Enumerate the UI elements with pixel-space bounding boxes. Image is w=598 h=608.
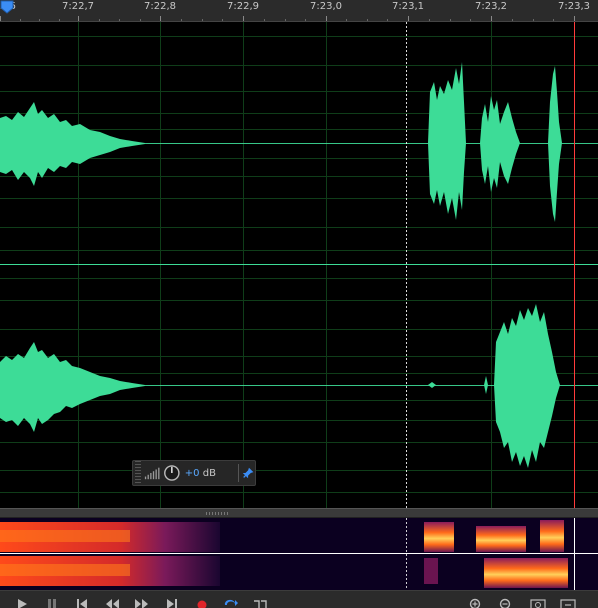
tick-label: 7:22,9 bbox=[227, 1, 259, 12]
tick-label: 7:22,7 bbox=[62, 1, 94, 12]
zoom-out-time-icon[interactable] bbox=[560, 597, 576, 608]
record-icon[interactable] bbox=[194, 597, 210, 608]
skip-to-start-icon[interactable] bbox=[74, 597, 90, 608]
timeline-ruler[interactable]: 2,6 7:22,7 7:22,8 7:22,9 7:23,0 7:23,1 7… bbox=[0, 0, 598, 22]
gain-unit: dB bbox=[202, 467, 216, 479]
hud-drag-handle[interactable] bbox=[135, 461, 142, 485]
tick-label: 7:23,2 bbox=[475, 1, 507, 12]
splitter-grip[interactable] bbox=[206, 512, 230, 515]
play-icon[interactable] bbox=[14, 597, 30, 608]
level-meter-icon bbox=[145, 467, 160, 480]
transport-bar bbox=[0, 590, 598, 608]
rewind-icon[interactable] bbox=[104, 597, 120, 608]
pin-icon[interactable] bbox=[241, 465, 255, 481]
fast-forward-icon[interactable] bbox=[134, 597, 150, 608]
spectral-frequency-display[interactable] bbox=[0, 518, 598, 590]
playhead-marker-icon[interactable] bbox=[0, 0, 14, 14]
loop-icon[interactable] bbox=[222, 597, 238, 608]
pause-icon[interactable] bbox=[44, 597, 60, 608]
tick-label: 7:22,8 bbox=[144, 1, 176, 12]
zoom-in-time-icon[interactable] bbox=[530, 597, 546, 608]
volume-knob-icon[interactable] bbox=[163, 463, 181, 483]
waveform-display bbox=[0, 22, 598, 508]
hud-separator bbox=[237, 464, 239, 482]
skip-to-end-icon[interactable] bbox=[164, 597, 180, 608]
zoom-in-amplitude-icon[interactable] bbox=[468, 597, 484, 608]
hud-volume-control[interactable]: +0 dB bbox=[132, 460, 256, 486]
panel-splitter[interactable] bbox=[0, 508, 598, 518]
tick-label: 7:23,0 bbox=[310, 1, 342, 12]
gain-value: +0 bbox=[184, 467, 200, 479]
tick-label: 7:23,1 bbox=[392, 1, 424, 12]
spectrogram bbox=[0, 518, 598, 590]
tick-label: 7:23,3 bbox=[558, 1, 590, 12]
skip-selection-icon[interactable] bbox=[252, 597, 268, 608]
waveform-editor[interactable]: +0 dB bbox=[0, 22, 598, 508]
gain-readout[interactable]: +0 dB bbox=[185, 468, 216, 479]
zoom-out-amplitude-icon[interactable] bbox=[498, 597, 514, 608]
